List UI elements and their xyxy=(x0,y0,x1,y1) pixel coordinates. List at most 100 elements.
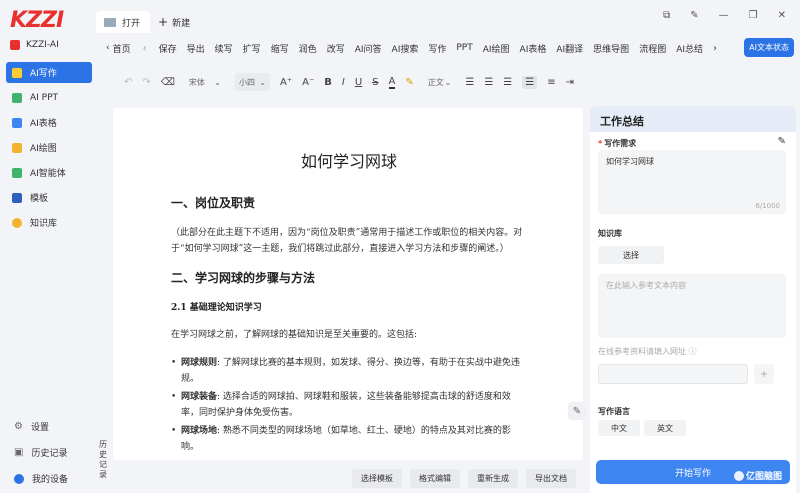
ai-status-button[interactable]: AI文本状态 xyxy=(744,38,794,57)
history-vertical-tab[interactable]: 历史记录 xyxy=(97,440,109,480)
export-doc-button[interactable]: 导出文档 xyxy=(526,469,576,488)
sidebar-item-settings[interactable]: ⚙ 设置 xyxy=(8,416,94,437)
new-tab-button[interactable]: + 新建 xyxy=(158,15,190,29)
menu-expand[interactable]: 扩写 xyxy=(243,42,261,55)
menu-export[interactable]: 导出 xyxy=(187,42,205,55)
document-page[interactable]: 如何学习网球 一、岗位及职责 （此部分在此主题下不适用，因为“岗位及职责”通常用… xyxy=(113,108,583,460)
sidebar-item-label: 历史记录 xyxy=(31,449,68,459)
char-count: 6/1000 xyxy=(755,202,780,210)
menu-continue[interactable]: 续写 xyxy=(215,42,233,55)
menu-save[interactable]: 保存 xyxy=(159,42,177,55)
regenerate-button[interactable]: 重新生成 xyxy=(468,469,518,488)
floating-edit-icon[interactable]: ✎ xyxy=(568,402,586,420)
align-right-icon[interactable]: ☰ xyxy=(503,77,512,88)
menu-polish[interactable]: 润色 xyxy=(299,42,317,55)
choose-template-button[interactable]: 选择模板 xyxy=(352,469,402,488)
sidebar-item-label: 模板 xyxy=(30,194,49,204)
sidebar-item-history[interactable]: ▣ 历史记录 xyxy=(8,442,94,463)
strikethrough-icon[interactable]: S xyxy=(372,77,378,88)
requirement-input[interactable]: 如何学习网球 6/1000 xyxy=(598,150,786,214)
sidebar-item-label: 设置 xyxy=(30,423,49,433)
format-edit-button[interactable]: 格式编辑 xyxy=(410,469,460,488)
menu-ai-summary[interactable]: AI总结 xyxy=(676,42,703,55)
sidebar-item-ai-agent[interactable]: AI智能体 xyxy=(6,162,92,183)
minimize-icon[interactable]: — xyxy=(719,10,729,21)
menu-ai-table[interactable]: AI表格 xyxy=(520,42,547,55)
menu-write[interactable]: 写作 xyxy=(428,42,446,55)
menu-scroll-right-icon[interactable]: › xyxy=(713,43,717,54)
font-increase-icon[interactable]: A⁺ xyxy=(280,77,292,88)
list-item: 网球场地: 熟悉不同类型的网球场地（如草地、红土、硬地）的特点及其对比赛的影响。 xyxy=(171,423,527,455)
paragraph-style-select[interactable]: 正文 ⌄ xyxy=(424,73,456,91)
font-size-value: 小四 xyxy=(238,77,255,87)
menu-scroll-left-icon[interactable]: ‹ xyxy=(143,43,147,54)
list-item: 网球规则: 了解网球比赛的基本规则，如发球、得分、换边等，有助于在实战中避免违规… xyxy=(171,355,527,387)
sidebar-item-label: 知识库 xyxy=(30,219,58,229)
start-writing-button[interactable]: 开始写作 亿图脑图 xyxy=(596,460,790,484)
font-size-select[interactable]: 小四 ⌄ xyxy=(234,73,270,91)
list-term: 网球场地 xyxy=(181,426,218,436)
clear-format-icon[interactable]: ⌫ xyxy=(161,77,175,88)
menu-shorten[interactable]: 缩写 xyxy=(271,42,289,55)
menu-ai-search[interactable]: AI搜索 xyxy=(392,42,419,55)
italic-icon[interactable]: I xyxy=(342,77,345,88)
sidebar-item-ai-ppt[interactable]: AI PPT xyxy=(6,87,92,108)
open-tab[interactable]: 打开 xyxy=(96,11,151,33)
sidebar-item-template[interactable]: 模板 xyxy=(6,187,92,208)
list-term: 网球装备 xyxy=(181,392,218,402)
chevron-down-icon: ⌄ xyxy=(444,77,452,87)
bold-icon[interactable]: B xyxy=(324,77,332,88)
indent-icon[interactable]: ⇥ xyxy=(566,77,574,88)
app-logo: KZZI xyxy=(10,8,64,33)
sidebar-item-ai-writing[interactable]: AI写作 xyxy=(6,62,92,83)
font-family-select[interactable]: 宋体 ⌄ xyxy=(185,73,225,91)
new-tab-label: 新建 xyxy=(172,18,191,29)
add-url-button[interactable]: + xyxy=(754,364,774,384)
template-icon xyxy=(12,192,22,203)
sidebar-nav: AI写作 AI PPT AI表格 AI绘图 AI智能体 模板 知识库 xyxy=(6,62,92,237)
font-decrease-icon[interactable]: A⁻ xyxy=(302,77,314,88)
align-justify-icon[interactable]: ☰ xyxy=(522,75,538,89)
lang-chinese-button[interactable]: 中文 xyxy=(598,420,640,436)
list-term: 网球规则 xyxy=(181,358,218,368)
open-tab-label: 打开 xyxy=(122,18,141,29)
close-icon[interactable]: ✕ xyxy=(778,10,786,21)
list-text: : 选择合适的网球拍、网球鞋和服装，这些装备能够提高击球的舒适度和效率，同时保护… xyxy=(181,392,511,418)
menu-ai-qa[interactable]: AI问答 xyxy=(355,42,382,55)
url-input[interactable] xyxy=(598,364,748,384)
pin-icon[interactable]: ⧉ xyxy=(663,10,670,21)
font-color-icon[interactable]: A xyxy=(388,76,396,89)
list-text: : 了解网球比赛的基本规则，如发球、得分、换边等，有助于在实战中避免违规。 xyxy=(181,358,520,384)
menu-mindmap[interactable]: 思维导图 xyxy=(593,42,629,55)
align-center-icon[interactable]: ☰ xyxy=(484,77,493,88)
required-star: * xyxy=(598,139,603,148)
doc-list: 网球规则: 了解网球比赛的基本规则，如发球、得分、换边等，有助于在实战中避免违规… xyxy=(171,355,527,455)
undo-icon[interactable]: ↶ xyxy=(124,77,132,88)
reference-text-input[interactable]: 在此输入参考文本内容 xyxy=(598,274,786,338)
sidebar-item-ai-table[interactable]: AI表格 xyxy=(6,112,92,133)
sidebar-item-label: 我的设备 xyxy=(32,475,69,485)
lang-english-button[interactable]: 英文 xyxy=(644,420,686,436)
sidebar-item-knowledge[interactable]: 知识库 xyxy=(6,212,92,233)
sidebar-item-label: AI表格 xyxy=(30,119,57,129)
underline-icon[interactable]: U xyxy=(355,77,362,88)
font-family-value: 宋体 xyxy=(188,77,205,87)
list-text: : 熟悉不同类型的网球场地（如草地、红土、硬地）的特点及其对比赛的影响。 xyxy=(181,426,511,452)
redo-icon[interactable]: ↷ xyxy=(142,77,150,88)
menu-ai-translate[interactable]: AI翻译 xyxy=(556,42,583,55)
line-spacing-icon[interactable]: ≡ xyxy=(547,77,555,88)
maximize-icon[interactable]: ❐ xyxy=(749,10,758,21)
home-button[interactable]: ‹ 首页 xyxy=(106,42,131,55)
choose-knowledge-button[interactable]: 选择 xyxy=(598,246,664,264)
menu-ppt[interactable]: PPT xyxy=(456,43,472,53)
menu-rewrite[interactable]: 改写 xyxy=(327,42,345,55)
feedback-icon[interactable]: ✎ xyxy=(690,10,698,21)
sidebar-item-ai-draw[interactable]: AI绘图 xyxy=(6,137,92,158)
watermark-icon xyxy=(733,470,744,481)
highlight-icon[interactable]: ✎ xyxy=(405,77,413,88)
menu-ai-draw[interactable]: AI绘图 xyxy=(483,42,510,55)
menu-flowchart[interactable]: 流程图 xyxy=(639,42,666,55)
align-left-icon[interactable]: ☰ xyxy=(465,77,474,88)
sidebar-item-device[interactable]: 我的设备 xyxy=(8,468,94,489)
pencil-icon[interactable]: ✎ xyxy=(778,136,786,147)
